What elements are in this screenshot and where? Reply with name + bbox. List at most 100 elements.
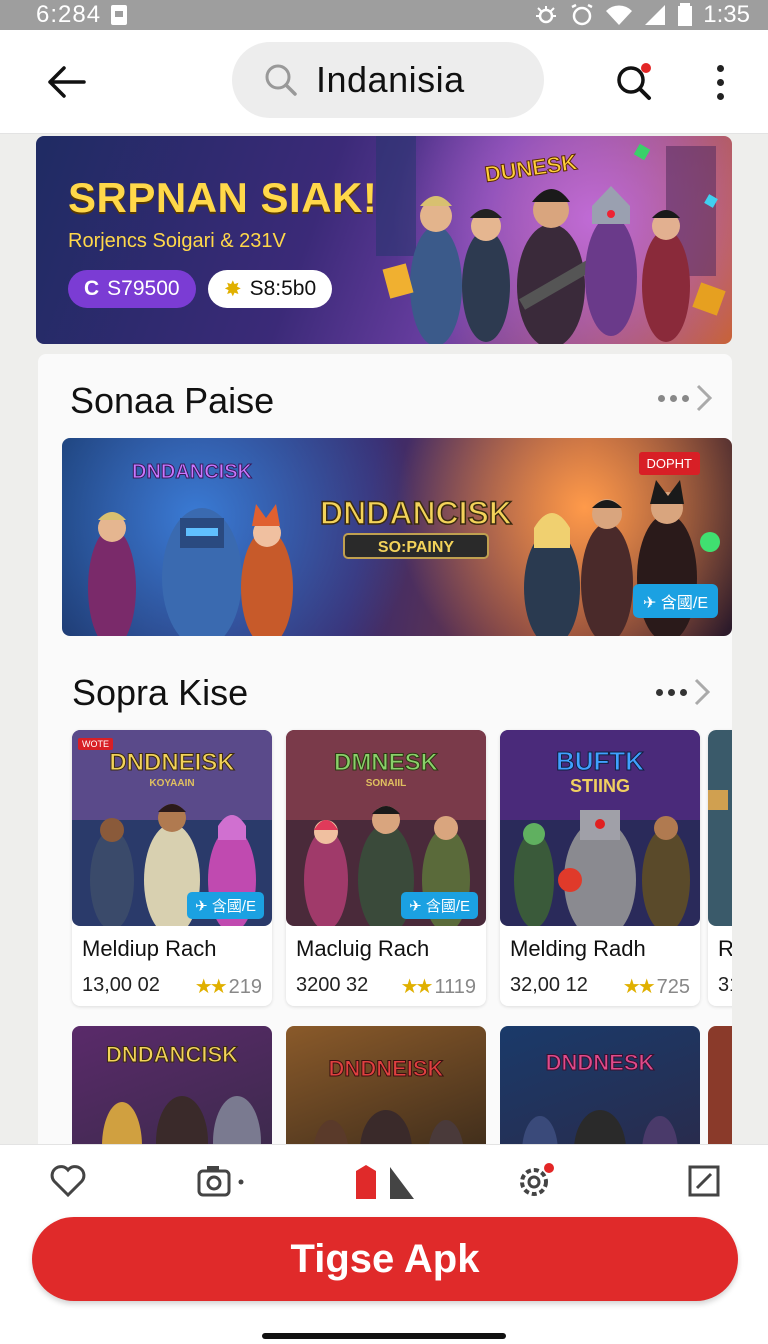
tile-rating: ★★ 1119 xyxy=(401,974,476,999)
gear-icon xyxy=(520,1163,554,1196)
game-tile-image: DNDANCISK xyxy=(102,1042,261,1154)
battery-icon xyxy=(678,3,693,26)
section-title-popular: Sopra Kise xyxy=(72,672,249,713)
section-more-featured[interactable] xyxy=(658,378,713,418)
status-time-right: 1:35 xyxy=(703,1,750,28)
game-tile[interactable]: DNDNESK xyxy=(500,1026,700,1154)
hero-characters-image: DUNESK xyxy=(376,136,726,344)
tile-logo: DNDANCISK xyxy=(106,1042,238,1067)
bug-icon xyxy=(536,6,557,24)
featured-logo-title: DNDANCISK xyxy=(320,495,512,531)
search-query: Indanisia xyxy=(316,59,465,100)
camera-icon xyxy=(197,1166,244,1197)
game-tile[interactable] xyxy=(708,1026,732,1154)
tile-play-tag[interactable]: ✈ 含國/E xyxy=(401,892,478,919)
sim-icon xyxy=(111,5,128,25)
status-bar: 6:284 1:35 xyxy=(0,0,768,30)
more-dot xyxy=(716,92,724,100)
coin-icon: C xyxy=(84,277,100,300)
nav-home[interactable] xyxy=(352,1161,416,1201)
tile-price: 13,00 02 xyxy=(82,974,160,996)
tile-price: 3200 32 xyxy=(296,974,369,996)
more-options-button[interactable] xyxy=(700,56,740,108)
section-more-popular[interactable] xyxy=(656,672,711,712)
search-input[interactable]: Indanisia xyxy=(232,42,544,118)
tile-logo: DNDNEISK xyxy=(329,1056,444,1081)
tile-rating-value: 725 xyxy=(656,976,690,998)
star-icon: ✸ xyxy=(224,277,242,301)
hero-price-value: S79500 xyxy=(107,277,180,300)
nav-settings[interactable] xyxy=(514,1161,558,1201)
more-dot xyxy=(716,78,724,86)
game-tile[interactable]: DNDNEISK xyxy=(286,1026,486,1154)
tile-name: Macluig Rach xyxy=(296,936,430,961)
tile-rating-value: 219 xyxy=(228,976,262,998)
search-notification-icon xyxy=(617,63,651,100)
hero-bonus-value: S8:5b0 xyxy=(249,277,317,300)
tile-meta: 13,00 02 ★★ 219 xyxy=(82,974,262,999)
more-dot xyxy=(716,64,724,72)
chevron-right-icon xyxy=(696,384,713,412)
tile-logo: DNDNEISK xyxy=(109,749,235,776)
tile-rating: ★★ 725 xyxy=(623,974,690,999)
nav-edit[interactable] xyxy=(682,1161,726,1201)
star-icon: ★★ xyxy=(194,976,228,998)
featured-small-logo: DNDANCISK xyxy=(132,461,253,483)
back-button[interactable] xyxy=(40,56,92,108)
star-icon: ★★ xyxy=(400,976,434,998)
tile-rating-value: 1119 xyxy=(434,976,476,998)
featured-logo-sub: SO:PAINY xyxy=(378,539,454,556)
download-apk-button[interactable]: Tigse Apk xyxy=(32,1217,738,1301)
edit-icon xyxy=(688,1165,720,1197)
featured-game-banner[interactable]: DNDANCISK DNDANCISK SO:PAINY DOPHT ✈ 含國/… xyxy=(62,438,732,636)
tile-logo: BUFTK xyxy=(556,746,644,776)
game-tile[interactable]: DMNESK SONAIIL ✈ 含國/E Macluig Rach 3200 … xyxy=(286,730,486,1006)
tile-meta: 32,00 12 ★★ 725 xyxy=(510,974,690,999)
hero-banner[interactable]: SRPNAN SIAK! Rorjencs Soigari & 231V C S… xyxy=(36,136,732,344)
game-tile-image: DNDNEISK xyxy=(313,1056,464,1154)
star-icon: ★★ xyxy=(622,976,656,998)
tile-logo-sub: KOYAAIN xyxy=(149,778,194,789)
tile-corner-badge: WOTE xyxy=(78,738,113,750)
chevron-right-icon xyxy=(694,678,711,706)
content-card: Sonaa Paise DNDANCISK DNDANCISK SO:PAINY… xyxy=(38,354,732,1154)
tile-meta: 3200 32 ★★ 1119 xyxy=(296,974,476,999)
more-dots-icon xyxy=(656,688,687,696)
home-icon xyxy=(356,1165,414,1199)
wifi-icon xyxy=(606,5,633,25)
game-tile[interactable]: BUFTK STIING Melding Radh 32,00 12 ★★ 725 xyxy=(500,730,700,1006)
signal-icon xyxy=(645,5,666,25)
game-tile[interactable]: DNDANCISK xyxy=(72,1026,272,1154)
status-time-left: 6:284 xyxy=(36,1,102,28)
game-tile[interactable]: R 31 xyxy=(708,730,732,1006)
heart-icon xyxy=(50,1165,86,1197)
home-indicator[interactable] xyxy=(262,1333,506,1339)
tile-price: 32,00 12 xyxy=(510,974,588,996)
tile-logo-sub: SONAIIL xyxy=(366,778,407,789)
tile-play-tag[interactable]: ✈ 含國/E xyxy=(187,892,264,919)
tile-logo: DMNESK xyxy=(334,749,439,776)
tile-logo: DNDNESK xyxy=(546,1050,655,1075)
tile-price: 31 xyxy=(718,974,732,996)
hero-title: SRPNAN SIAK! xyxy=(68,174,378,221)
nav-favorites[interactable] xyxy=(46,1161,90,1201)
bottom-navigation: Tigse Apk xyxy=(0,1144,768,1344)
arrow-left-icon xyxy=(48,66,86,98)
tile-name: Melding Radh xyxy=(510,936,646,961)
game-tile-image xyxy=(708,730,732,926)
featured-play-tag[interactable]: ✈ 含國/E xyxy=(633,584,718,618)
tile-rating: ★★ 219 xyxy=(195,974,262,999)
tile-meta: 31 xyxy=(718,974,732,997)
alarm-icon xyxy=(571,3,593,26)
hero-price-chip[interactable]: C S79500 xyxy=(68,270,196,308)
hero-subtitle: Rorjencs Soigari & 231V xyxy=(68,230,286,252)
nav-camera[interactable] xyxy=(196,1161,248,1201)
tile-name: R xyxy=(718,936,732,961)
search-icon xyxy=(265,64,297,96)
hero-bonus-chip[interactable]: ✸ S8:5b0 xyxy=(208,270,333,308)
game-tile[interactable]: DNDNEISK KOYAAIN WOTE ✈ 含國/E Meldiup Rac… xyxy=(72,730,272,1006)
app-bar: Indanisia xyxy=(0,30,768,134)
tile-name: Meldiup Rach xyxy=(82,936,217,961)
search-button[interactable] xyxy=(608,56,660,108)
more-dots-icon xyxy=(658,394,689,402)
